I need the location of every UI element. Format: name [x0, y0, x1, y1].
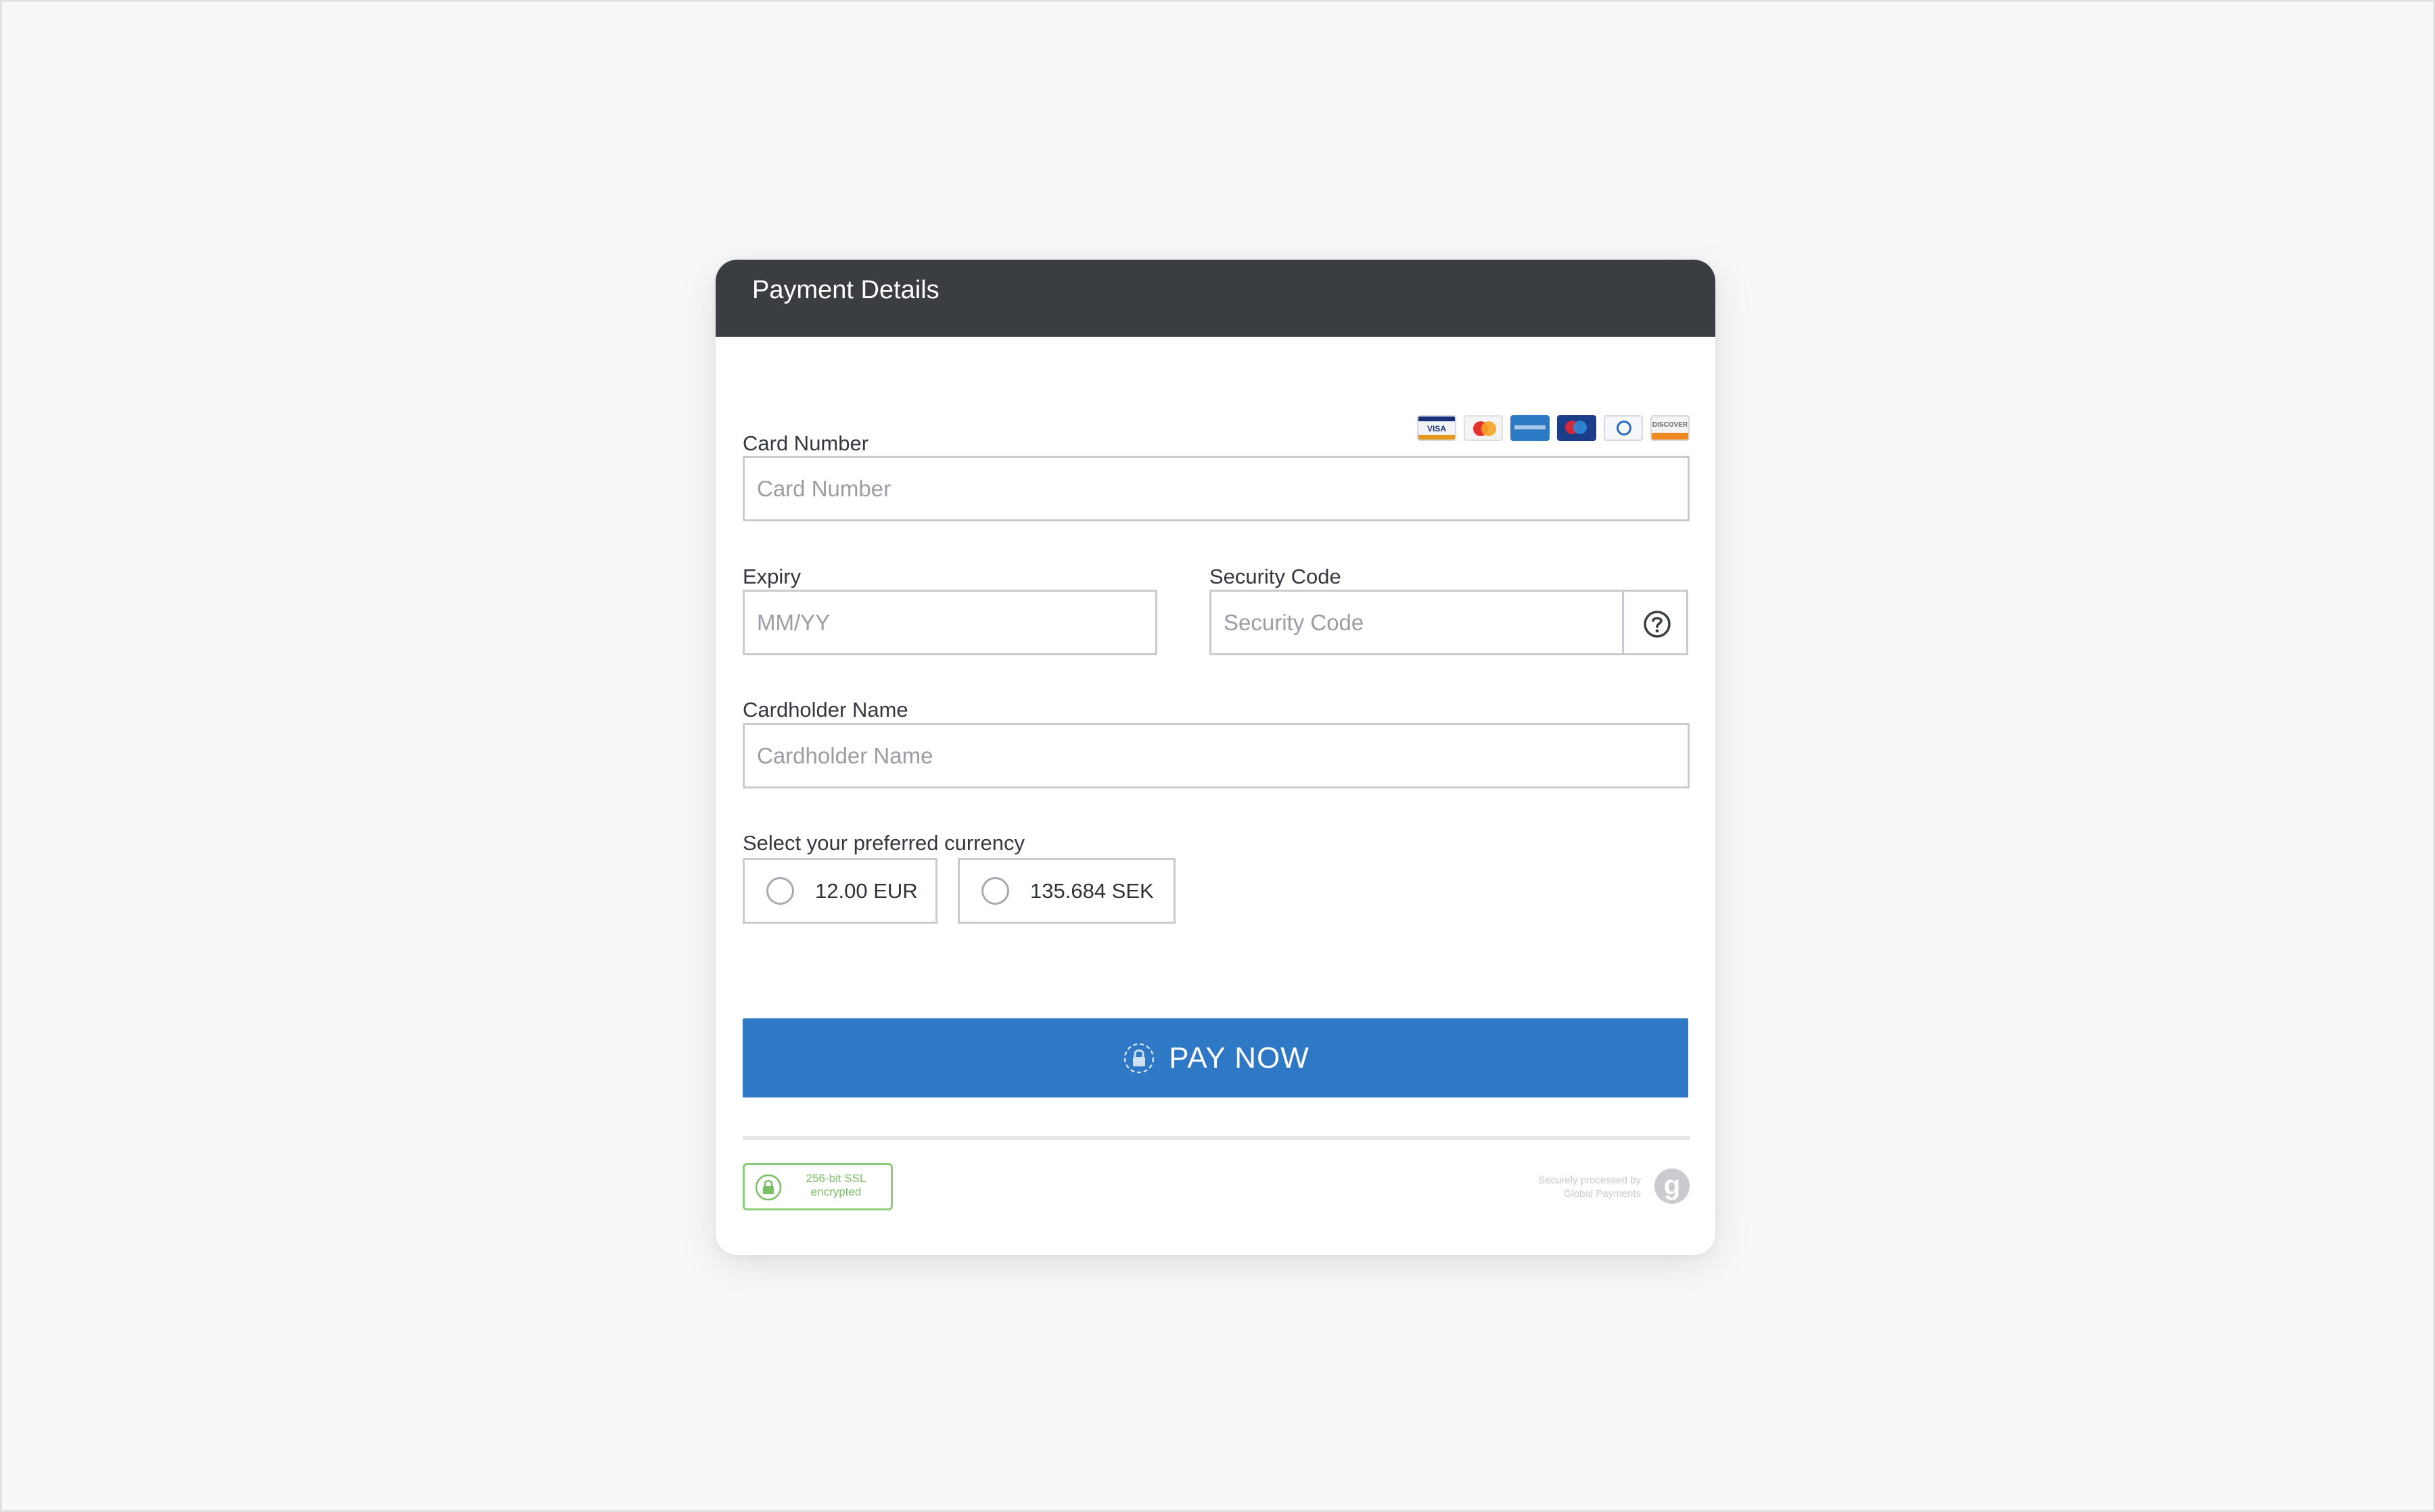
amex-logo — [1510, 415, 1550, 441]
security-code-label: Security Code — [1209, 565, 1341, 588]
card-number-label: Card Number — [743, 431, 869, 455]
currency-option-label: 12.00 EUR — [815, 879, 918, 903]
payment-card: Payment Details Card Number VISA DISCOVE… — [716, 260, 1715, 1255]
currency-option-label: 135.684 SEK — [1030, 879, 1154, 903]
cardholder-name-label: Cardholder Name — [743, 698, 908, 722]
currency-option-eur[interactable]: 12.00 EUR — [743, 858, 937, 924]
footer-divider — [743, 1136, 1690, 1140]
processed-by-line-1: Securely processed by — [1538, 1175, 1641, 1186]
currency-radio-eur[interactable] — [766, 877, 794, 905]
discover-logo: DISCOVER — [1650, 415, 1690, 441]
question-circle-icon — [1644, 611, 1671, 638]
ssl-text: 256-bit SSL encrypted — [787, 1172, 885, 1199]
diners-logo — [1604, 415, 1643, 441]
currency-option-sek[interactable]: 135.684 SEK — [958, 858, 1176, 924]
secure-lock-icon — [1124, 1043, 1155, 1073]
accepted-cards: VISA DISCOVER — [1417, 415, 1690, 441]
expiry-input[interactable]: MM/YY — [743, 590, 1157, 655]
maestro-logo — [1557, 415, 1596, 441]
ssl-badge: 256-bit SSL encrypted — [743, 1163, 893, 1210]
mastercard-logo — [1464, 415, 1503, 441]
cardholder-name-input[interactable]: Cardholder Name — [743, 723, 1690, 788]
page-title: Payment Details — [752, 276, 940, 304]
currency-label: Select your preferred currency — [743, 831, 1025, 855]
security-code-help-button[interactable] — [1622, 590, 1688, 655]
pay-now-label: PAY NOW — [1169, 1041, 1309, 1074]
ssl-lock-icon — [755, 1174, 782, 1201]
currency-radio-sek[interactable] — [981, 877, 1009, 905]
expiry-label: Expiry — [743, 565, 802, 588]
processed-by-text: Securely processed by Global Payments — [1538, 1174, 1641, 1201]
global-payments-logo-icon: g — [1654, 1168, 1690, 1204]
ssl-line-1: 256-bit SSL — [806, 1172, 866, 1185]
ssl-line-2: encrypted — [810, 1185, 862, 1198]
payment-header: Payment Details — [716, 260, 1715, 337]
visa-logo: VISA — [1417, 415, 1456, 441]
processed-by-line-2: Global Payments — [1563, 1188, 1641, 1200]
card-number-input[interactable]: Card Number — [743, 456, 1690, 521]
pay-now-button[interactable]: PAY NOW — [743, 1018, 1688, 1097]
security-code-input[interactable]: Security Code — [1209, 590, 1624, 655]
